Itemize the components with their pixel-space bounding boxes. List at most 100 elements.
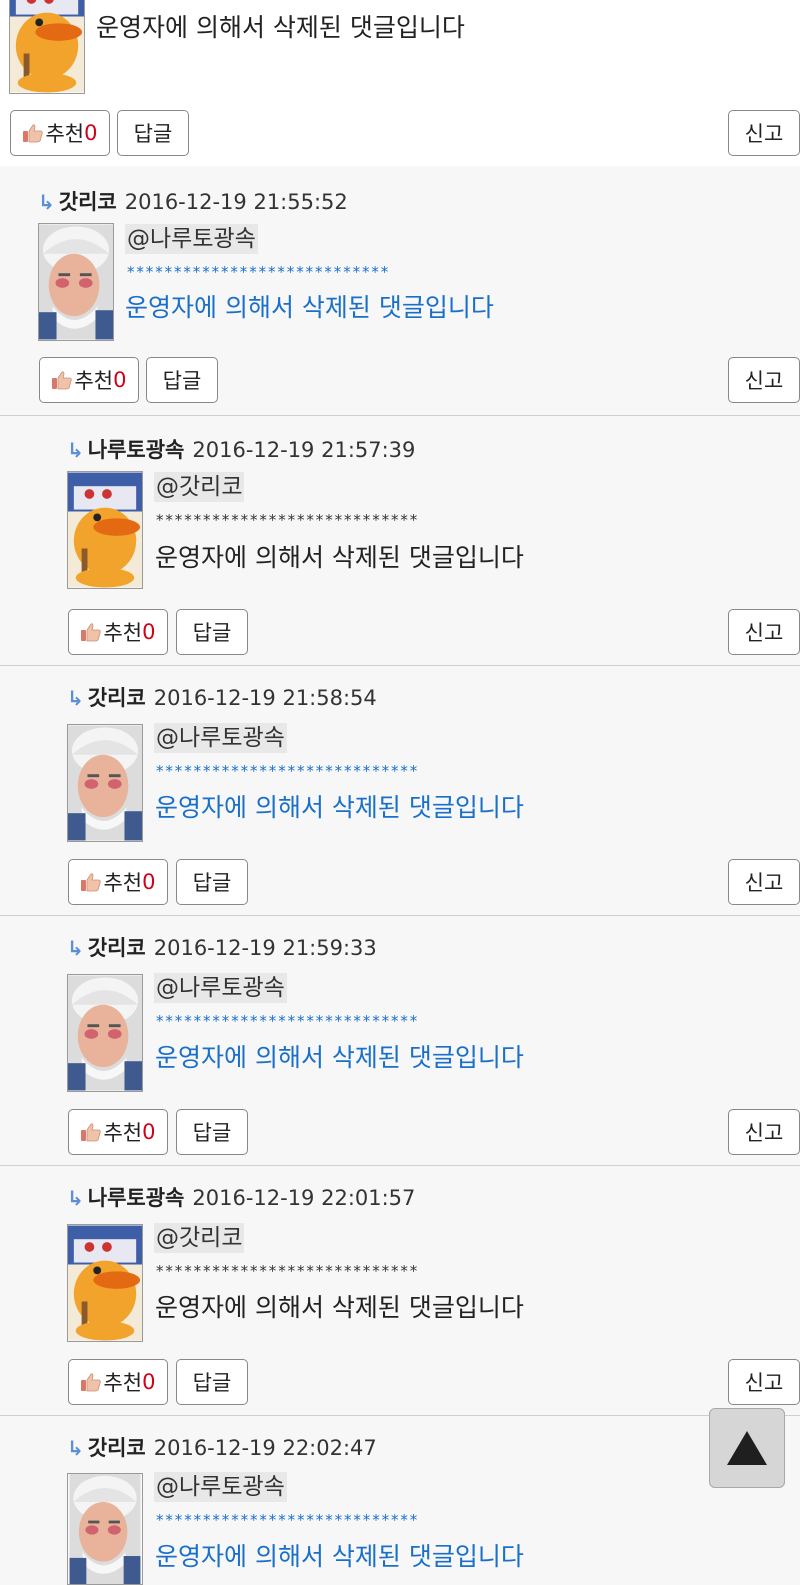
comment-date: 2016-12-19 22:02:47 xyxy=(153,1436,377,1460)
recommend-count: 0 xyxy=(142,620,156,644)
avatar[interactable] xyxy=(9,0,85,94)
recommend-button[interactable]: 추천 0 xyxy=(68,859,168,905)
recommend-count: 0 xyxy=(142,1120,156,1144)
oldman-avatar-image xyxy=(68,1474,142,1584)
recommend-label: 추천 xyxy=(103,1121,143,1145)
reply-button[interactable]: 답글 xyxy=(176,1109,248,1155)
thumbs-up-icon xyxy=(51,370,73,390)
reply-button[interactable]: 답글 xyxy=(146,357,218,403)
comment-meta: ↳ 나루토광속 2016-12-19 21:57:39 xyxy=(67,436,415,464)
comment-item: ↳ 나루토광속 2016-12-19 22:01:57 @갓리코 *********… xyxy=(0,1166,800,1416)
comment-meta: ↳ 갓리코 2016-12-19 21:58:54 xyxy=(67,684,377,712)
deleted-comment-text: 운영자에 의해서 삭제된 댓글입니다 xyxy=(155,793,524,822)
oldman-avatar-image xyxy=(68,725,142,841)
author-name[interactable]: 나루토광속 xyxy=(88,1186,185,1210)
duck-avatar-image xyxy=(68,472,142,588)
thumbs-up-icon xyxy=(80,1122,102,1142)
recommend-button[interactable]: 추천 0 xyxy=(68,1359,168,1405)
comment-item: ↳ 갓리코 2016-12-19 21:59:33 @나루토광속 *********… xyxy=(0,916,800,1166)
reply-arrow-icon: ↳ xyxy=(67,1186,84,1210)
deleted-comment-text: 운영자에 의해서 삭제된 댓글입니다 xyxy=(155,543,524,572)
recommend-button[interactable]: 추천 0 xyxy=(68,1109,168,1155)
oldman-avatar-image xyxy=(39,224,113,340)
comment-meta: ↳ 갓리코 2016-12-19 21:59:33 xyxy=(67,934,377,962)
triangle-up-icon xyxy=(727,1431,767,1465)
avatar[interactable] xyxy=(67,974,143,1092)
deleted-comment-text: 운영자에 의해서 삭제된 댓글입니다 xyxy=(125,293,494,322)
author-name[interactable]: 나루토광속 xyxy=(88,438,185,462)
comment-item: ↳ 갓리코 2016-12-19 21:55:52 @나루토광속 *********… xyxy=(0,166,800,416)
mention-tag[interactable]: @갓리코 xyxy=(154,1223,245,1253)
deleted-comment-text: 운영자에 의해서 삭제된 댓글입니다 xyxy=(96,13,465,42)
comment-date: 2016-12-19 22:01:57 xyxy=(192,1186,416,1210)
mention-tag[interactable]: @갓리코 xyxy=(154,472,245,502)
reply-button[interactable]: 답글 xyxy=(176,1359,248,1405)
comment-meta: ↳ 갓리코 2016-12-19 22:02:47 xyxy=(67,1434,377,1462)
mention-tag[interactable]: @나루토광속 xyxy=(125,224,258,254)
reply-button[interactable]: 답글 xyxy=(117,110,189,156)
scroll-to-top-button[interactable] xyxy=(709,1408,785,1488)
recommend-label: 추천 xyxy=(45,122,85,146)
comment-date: 2016-12-19 21:59:33 xyxy=(153,936,377,960)
masked-text: **************************** xyxy=(156,1012,420,1030)
report-button[interactable]: 신고 xyxy=(728,1359,800,1405)
report-button[interactable]: 신고 xyxy=(728,859,800,905)
comment-item: ↳ 갓리코 2016-12-19 21:58:54 @나루토광속 *********… xyxy=(0,666,800,916)
avatar[interactable] xyxy=(67,724,143,842)
reply-arrow-icon: ↳ xyxy=(67,936,84,960)
masked-text: **************************** xyxy=(156,1262,420,1280)
comment-top: 운영자에 의해서 삭제된 댓글입니다 추천 0 답글 신고 xyxy=(0,0,800,167)
mention-tag[interactable]: @나루토광속 xyxy=(154,723,287,753)
report-button[interactable]: 신고 xyxy=(728,110,800,156)
comment-item: ↳ 나루토광속 2016-12-19 21:57:39 @갓리코 *********… xyxy=(0,416,800,666)
recommend-label: 추천 xyxy=(103,871,143,895)
masked-text: **************************** xyxy=(156,1511,420,1529)
report-button[interactable]: 신고 xyxy=(728,1109,800,1155)
author-name[interactable]: 갓리코 xyxy=(59,190,117,214)
comment-meta: ↳ 나루토광속 2016-12-19 22:01:57 xyxy=(67,1184,415,1212)
duck-avatar-image xyxy=(10,0,84,93)
author-name[interactable]: 갓리코 xyxy=(88,936,146,960)
thumbs-up-icon xyxy=(80,1372,102,1392)
report-button[interactable]: 신고 xyxy=(728,609,800,655)
masked-text: **************************** xyxy=(156,762,420,780)
recommend-button[interactable]: 추천 0 xyxy=(68,609,168,655)
reply-arrow-icon: ↳ xyxy=(67,686,84,710)
recommend-count: 0 xyxy=(84,121,98,145)
comment-meta: ↳ 갓리코 2016-12-19 21:55:52 xyxy=(38,188,348,216)
recommend-label: 추천 xyxy=(103,1371,143,1395)
comment-item: ↳ 갓리코 2016-12-19 22:02:47 @나루토광속 *********… xyxy=(0,1416,800,1585)
recommend-count: 0 xyxy=(142,870,156,894)
comment-date: 2016-12-19 21:58:54 xyxy=(153,686,377,710)
reply-button[interactable]: 답글 xyxy=(176,859,248,905)
masked-text: **************************** xyxy=(156,511,420,529)
avatar[interactable] xyxy=(38,223,114,341)
deleted-comment-text: 운영자에 의해서 삭제된 댓글입니다 xyxy=(155,1043,524,1072)
mention-tag[interactable]: @나루토광속 xyxy=(154,973,287,1003)
author-name[interactable]: 갓리코 xyxy=(88,1436,146,1460)
report-button[interactable]: 신고 xyxy=(728,357,800,403)
reply-arrow-icon: ↳ xyxy=(67,438,84,462)
author-name[interactable]: 갓리코 xyxy=(88,686,146,710)
recommend-count: 0 xyxy=(142,1370,156,1394)
comment-date: 2016-12-19 21:55:52 xyxy=(124,190,348,214)
recommend-label: 추천 xyxy=(103,621,143,645)
duck-avatar-image xyxy=(68,1225,142,1341)
reply-arrow-icon: ↳ xyxy=(38,190,55,214)
thumbs-up-icon xyxy=(80,622,102,642)
deleted-comment-text: 운영자에 의해서 삭제된 댓글입니다 xyxy=(155,1293,524,1322)
comment-date: 2016-12-19 21:57:39 xyxy=(192,438,416,462)
recommend-button[interactable]: 추천 0 xyxy=(39,357,139,403)
reply-arrow-icon: ↳ xyxy=(67,1436,84,1460)
thumbs-up-icon xyxy=(80,872,102,892)
avatar[interactable] xyxy=(67,471,143,589)
recommend-button[interactable]: 추천 0 xyxy=(10,110,110,156)
recommend-count: 0 xyxy=(113,368,127,392)
reply-button[interactable]: 답글 xyxy=(176,609,248,655)
masked-text: **************************** xyxy=(127,263,391,281)
deleted-comment-text: 운영자에 의해서 삭제된 댓글입니다 xyxy=(155,1542,524,1571)
avatar[interactable] xyxy=(67,1473,143,1585)
avatar[interactable] xyxy=(67,1224,143,1342)
oldman-avatar-image xyxy=(68,975,142,1091)
mention-tag[interactable]: @나루토광속 xyxy=(154,1472,287,1502)
